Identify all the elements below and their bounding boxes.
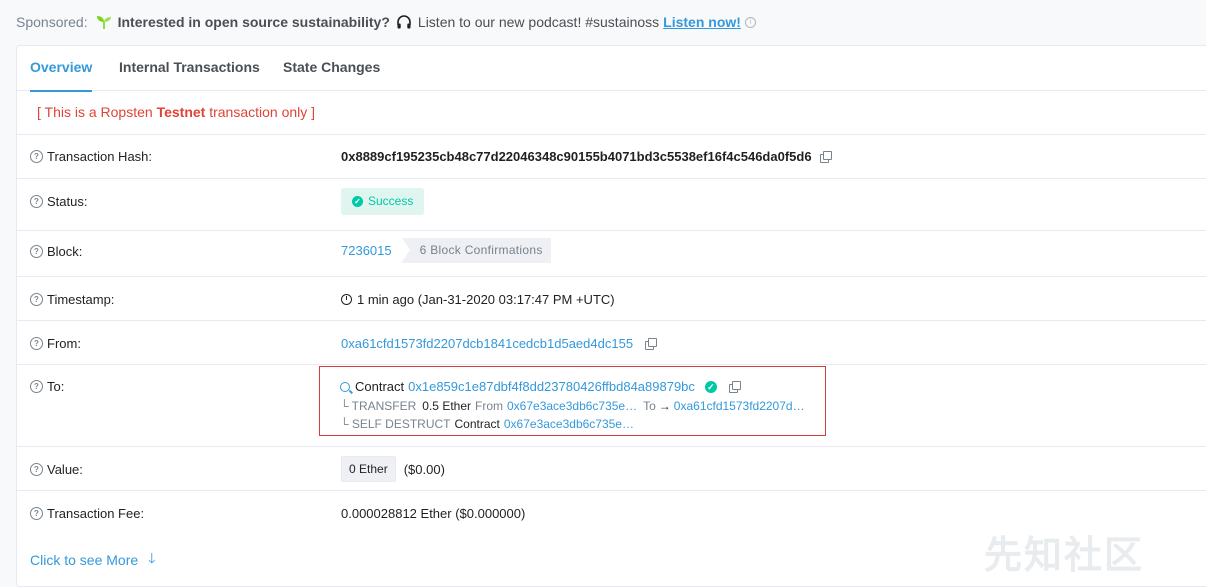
sponsor-label: Sponsored: bbox=[16, 14, 88, 30]
to-contract-label: Contract bbox=[355, 379, 405, 394]
internal-transfer-line: └ TRANSFER 0.5 Ether From 0x67e3ace3db6c… bbox=[340, 399, 805, 413]
question-icon[interactable]: ? bbox=[30, 463, 43, 476]
transaction-fee-label: Transaction Fee: bbox=[47, 506, 145, 521]
watermark: 先知社区 bbox=[984, 535, 1145, 577]
transfer-amount: 0.5 Ether bbox=[422, 399, 471, 413]
block-number-link[interactable]: 7236015 bbox=[341, 243, 392, 258]
from-label: From: bbox=[47, 336, 81, 351]
transaction-fee-value: 0.000028812 Ether ($0.000000) bbox=[341, 506, 526, 521]
tab-bar: Overview Internal Transactions State Cha… bbox=[17, 46, 1206, 92]
arrow-right-icon: → bbox=[658, 399, 671, 413]
to-contract-link[interactable]: 0x1e859c1e87dbf4f8dd23780426ffbd84a89879… bbox=[408, 379, 695, 394]
see-more-link[interactable]: Click to see More 🡓 bbox=[30, 548, 155, 572]
verified-check-icon: ✓ bbox=[704, 380, 717, 393]
testnet-notice: [ This is a Ropsten Testnet transaction … bbox=[37, 104, 316, 120]
sponsor-headline: Interested in open source sustainability… bbox=[117, 14, 390, 30]
sprout-icon bbox=[96, 16, 111, 29]
value-label: Value: bbox=[47, 462, 83, 477]
to-details-highlight: Contract 0x1e859c1e87dbf4f8dd23780426ffb… bbox=[319, 366, 826, 436]
info-icon[interactable]: i bbox=[744, 16, 756, 28]
timestamp-value: 1 min ago (Jan-31-2020 03:17:47 PM +UTC) bbox=[357, 292, 615, 307]
transaction-hash-label: Transaction Hash: bbox=[47, 149, 153, 164]
copy-icon[interactable] bbox=[728, 380, 741, 393]
headphones-icon bbox=[397, 15, 411, 29]
check-circle-icon: ✓ bbox=[352, 196, 363, 207]
self-destruct-contract-link[interactable]: 0x67e3ace3db6c735e… bbox=[504, 417, 634, 431]
status-label: Status: bbox=[47, 194, 88, 209]
arrow-down-icon: 🡓 bbox=[148, 550, 156, 566]
copy-icon[interactable] bbox=[645, 337, 658, 350]
block-label: Block: bbox=[47, 244, 83, 259]
question-icon[interactable]: ? bbox=[30, 195, 43, 208]
row-from: ? From: 0xa61cfd1573fd2207dcb1841cedcb1d5… bbox=[17, 320, 1206, 365]
timestamp-label: Timestamp: bbox=[47, 292, 115, 307]
transfer-from-link[interactable]: 0x67e3ace3db6c735e… bbox=[507, 399, 637, 413]
value-usd: ($0.00) bbox=[403, 461, 445, 477]
row-status: ? Status: ✓ Success bbox=[17, 178, 1206, 223]
question-icon[interactable]: ? bbox=[30, 380, 43, 393]
block-confirmations-badge: 6 Block Confirmations bbox=[401, 238, 551, 263]
sponsor-banner: Sponsored: Interested in open source sus… bbox=[16, 12, 756, 32]
transaction-card: Overview Internal Transactions State Cha… bbox=[16, 45, 1206, 587]
from-address-link[interactable]: 0xa61cfd1573fd2207dcb1841cedcb1d5aed4dc1… bbox=[341, 336, 633, 351]
row-transaction-hash: ? Transaction Hash: 0x8889cf195235cb48c77… bbox=[17, 134, 1206, 179]
row-value: ? Value: 0 Ether ($0.00) bbox=[17, 446, 1206, 491]
tab-state-changes[interactable]: State Changes bbox=[283, 46, 380, 90]
question-icon[interactable]: ? bbox=[30, 293, 43, 306]
status-badge: ✓ Success bbox=[341, 188, 425, 215]
transaction-hash-value: 0x8889cf195235cb48c77d22046348c90155b407… bbox=[341, 149, 812, 164]
copy-icon[interactable] bbox=[819, 150, 832, 163]
magnifier-icon[interactable] bbox=[340, 381, 350, 392]
sponsor-message: Listen to our new podcast! #sustainoss bbox=[417, 14, 660, 30]
question-icon[interactable]: ? bbox=[30, 245, 43, 258]
transfer-to-link[interactable]: 0xa61cfd1573fd2207d… bbox=[674, 399, 805, 413]
value-ether-badge: 0 Ether bbox=[341, 456, 396, 482]
clock-icon bbox=[341, 294, 352, 305]
row-block: ? Block: 7236015 6 Block Confirmations bbox=[17, 230, 1206, 279]
self-destruct-line: └ SELF DESTRUCT Contract 0x67e3ace3db6c7… bbox=[340, 417, 634, 431]
question-icon[interactable]: ? bbox=[30, 337, 43, 350]
tab-overview[interactable]: Overview bbox=[30, 46, 93, 92]
to-label: To: bbox=[47, 379, 65, 394]
listen-now-link[interactable]: Listen now! bbox=[663, 14, 741, 30]
question-icon[interactable]: ? bbox=[30, 507, 43, 520]
tab-internal-transactions[interactable]: Internal Transactions bbox=[119, 46, 260, 90]
question-icon[interactable]: ? bbox=[30, 150, 43, 163]
row-timestamp: ? Timestamp: 1 min ago (Jan-31-2020 03:17… bbox=[17, 276, 1206, 321]
